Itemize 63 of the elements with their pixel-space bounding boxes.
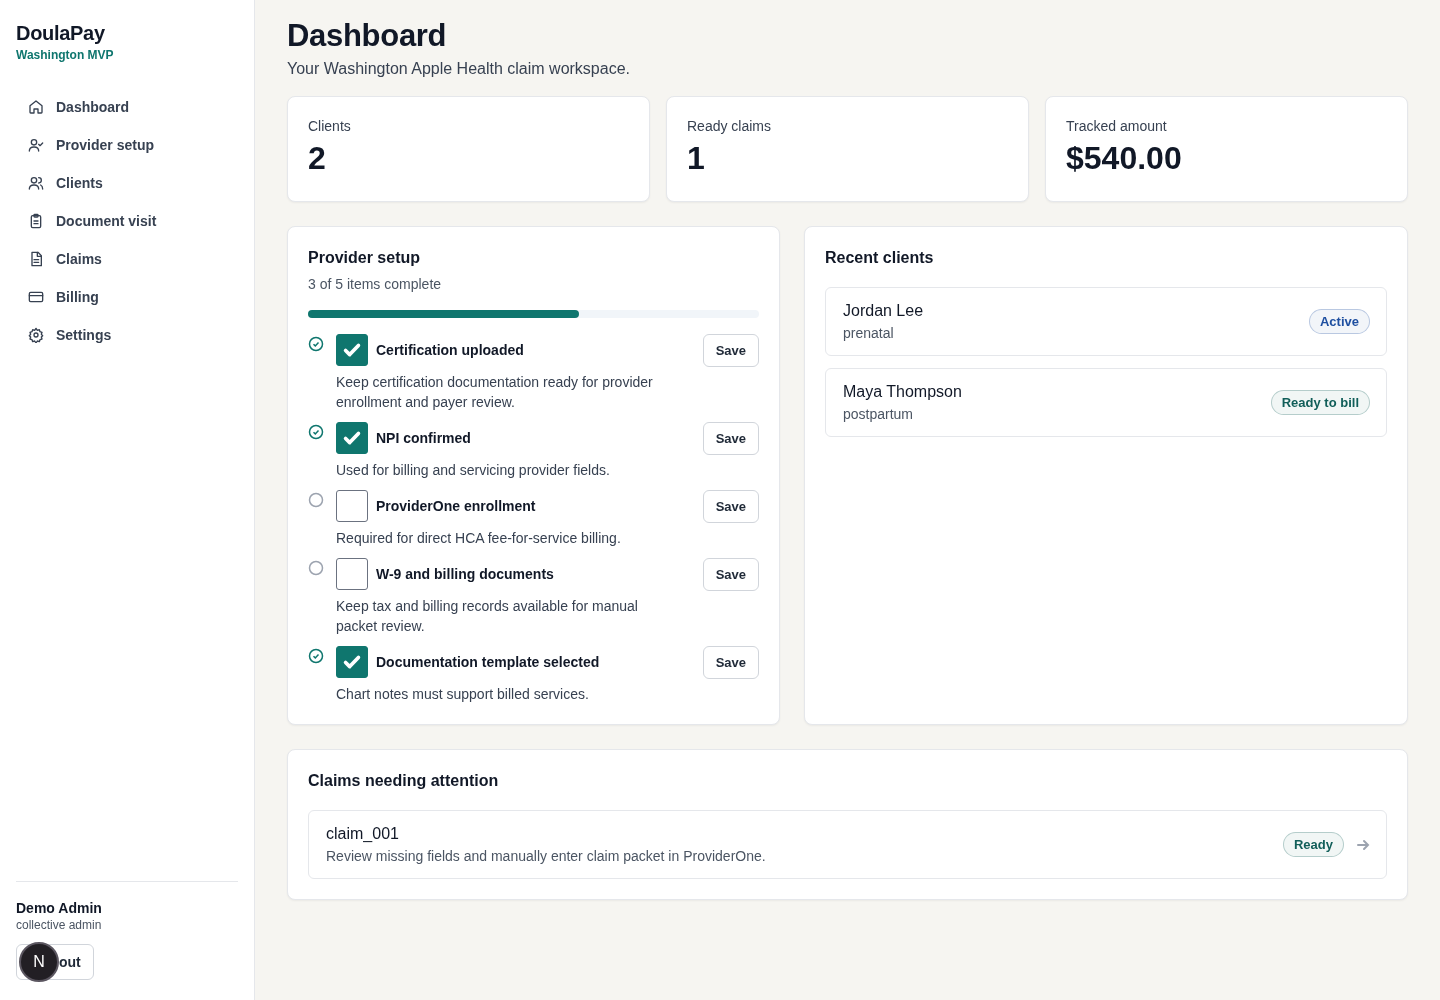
- checklist-description: Keep certification documentation ready for provider enrollment and payer review.: [336, 373, 654, 412]
- nav-item[interactable]: Provider setup: [16, 128, 238, 162]
- document-icon: [28, 251, 44, 267]
- stat-label: Tracked amount: [1066, 118, 1168, 134]
- checklist-description: Required for direct HCA fee-for-service billing.: [336, 529, 622, 548]
- nav-item[interactable]: Settings: [16, 318, 238, 352]
- user-name: Demo Admin: [16, 900, 103, 916]
- save-button[interactable]: Save: [702, 558, 759, 591]
- checklist-label: NPI confirmed: [376, 430, 471, 446]
- page-subtitle: Your Washington Apple Health claim workspace.: [287, 60, 631, 78]
- brand-subtitle: Washington MVP: [16, 48, 115, 62]
- users-icon: [28, 175, 44, 191]
- panel-title: Recent clients: [825, 249, 935, 267]
- nav-item[interactable]: Claims: [16, 242, 238, 276]
- checklist-description: Chart notes must support billed services.: [336, 685, 590, 704]
- stat-value: $540.00: [1066, 140, 1183, 177]
- client-name: Jordan Lee: [843, 302, 924, 320]
- client-row[interactable]: Maya Thompson postpartum Ready to bill: [825, 368, 1387, 437]
- stat-label: Clients: [308, 118, 352, 134]
- claim-row[interactable]: claim_001 Review missing fields and manually enter claim packet in ProviderOne. Ready: [308, 810, 1387, 879]
- checklist-description: Keep tax and billing records available for manual packet review.: [336, 597, 639, 636]
- claim-description: Review missing fields and manually enter claim packet in ProviderOne.: [326, 848, 766, 864]
- stat-label: Ready claims: [687, 118, 773, 134]
- save-button[interactable]: Save: [702, 490, 759, 523]
- nav-item[interactable]: Clients: [16, 166, 238, 200]
- checklist-label: W-9 and billing documents: [376, 566, 554, 582]
- nav-item[interactable]: Billing: [16, 280, 238, 314]
- checklist-description: Used for billing and servicing provider fields.: [336, 461, 611, 480]
- checkbox[interactable]: [336, 558, 368, 590]
- save-button[interactable]: Save: [702, 422, 759, 455]
- checkbox[interactable]: [336, 490, 368, 522]
- save-button[interactable]: Save: [702, 646, 759, 679]
- arrow-right-icon: [1356, 837, 1370, 852]
- brand-name: DoulaPay: [16, 22, 106, 45]
- clipboard-icon: [28, 213, 44, 229]
- checklist-label: Documentation template selected: [376, 654, 600, 670]
- page-title: Dashboard: [287, 18, 448, 54]
- checklist-label: ProviderOne enrollment: [376, 498, 536, 514]
- panel-title: Provider setup: [308, 249, 422, 267]
- nav-item[interactable]: Document visit: [16, 204, 238, 238]
- checkbox[interactable]: [336, 422, 368, 454]
- checkbox[interactable]: [336, 646, 368, 678]
- user-role: collective admin: [16, 918, 103, 932]
- progress-summary: 3 of 5 items complete: [308, 276, 443, 292]
- status-badge: Ready to bill: [1270, 390, 1370, 415]
- client-type: postpartum: [843, 406, 915, 422]
- client-name: Maya Thompson: [843, 383, 962, 401]
- home-icon: [28, 99, 44, 115]
- checklist-label: Certification uploaded: [376, 342, 524, 358]
- stat-value: 2: [308, 140, 327, 177]
- settings-icon: [28, 327, 44, 343]
- panel-title: Claims needing attention: [308, 772, 500, 790]
- stat-value: 1: [687, 140, 706, 177]
- credit-card-icon: [28, 289, 44, 305]
- nav-item[interactable]: Dashboard: [16, 90, 238, 124]
- claim-id: claim_001: [326, 825, 400, 843]
- client-type: prenatal: [843, 325, 895, 341]
- client-row[interactable]: Jordan Lee prenatal Active: [825, 287, 1387, 356]
- user-check-icon: [28, 137, 44, 153]
- status-badge: Ready: [1282, 832, 1344, 857]
- save-button[interactable]: Save: [702, 334, 759, 367]
- status-badge: Active: [1308, 309, 1370, 334]
- checkbox[interactable]: [336, 334, 368, 366]
